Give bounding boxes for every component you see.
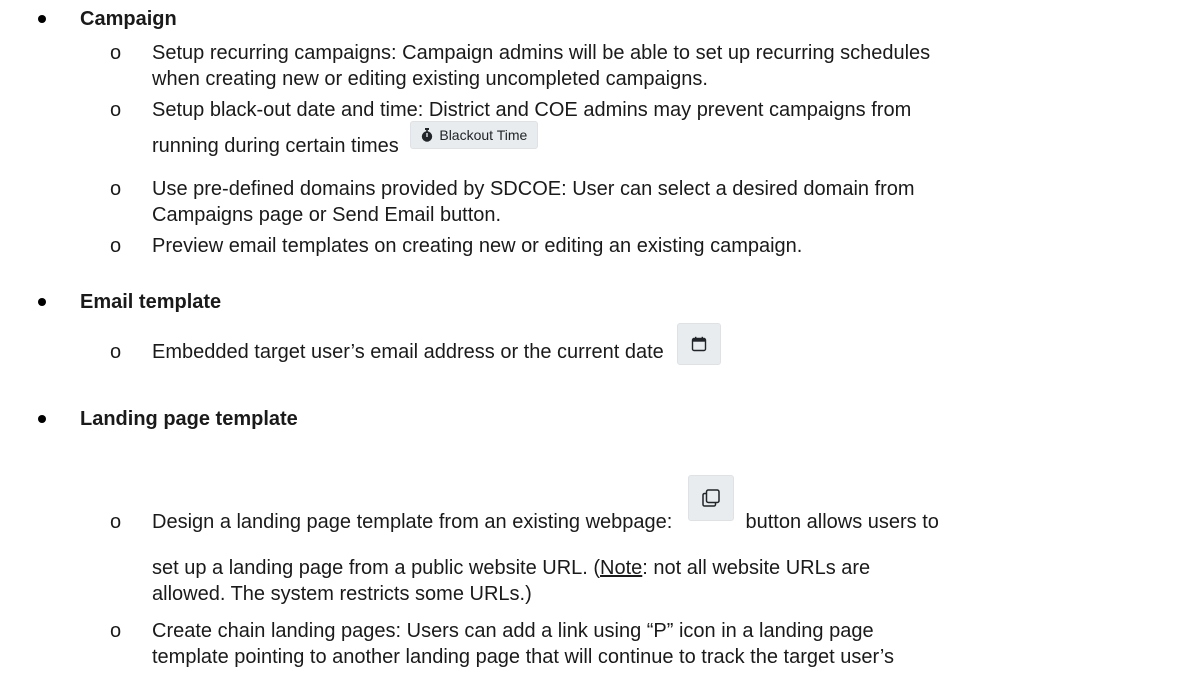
sub-bullet: o (110, 42, 122, 64)
stopwatch-icon (421, 128, 433, 142)
item-text: button allows users to (745, 511, 939, 533)
list-item: Embedded target user’s email address or … (152, 323, 1172, 381)
section-heading: Campaign (80, 8, 177, 30)
bullet-dot (38, 298, 46, 306)
bullet-dot (38, 415, 46, 423)
bullet-dot (38, 15, 46, 23)
button-label: Blackout Time (439, 127, 528, 143)
item-text: Use pre-defined domains provided by SDCO… (152, 178, 915, 200)
item-text-with-button: Embedded target user’s email address or … (152, 323, 1172, 381)
item-text: set up a landing page from a public webs… (152, 557, 601, 579)
item-text-with-note: set up a landing page from a public webs… (152, 555, 1172, 581)
item-text: allowed. The system restricts some URLs.… (152, 583, 532, 605)
section-heading: Email template (80, 291, 222, 313)
item-text: Campaigns page or Send Email button. (152, 204, 502, 226)
list-item: Preview email templates on creating new … (152, 233, 1172, 259)
item-text: template pointing to another landing pag… (152, 646, 894, 668)
document: Campaign o Setup recurring campaigns: Ca… (0, 0, 1200, 675)
blackout-time-button[interactable]: Blackout Time (410, 121, 539, 149)
sub-bullet: o (110, 99, 122, 121)
item-text-with-button: Design a landing page template from an e… (152, 475, 1172, 555)
calendar-icon (691, 336, 707, 352)
copy-webpage-button[interactable] (687, 475, 734, 521)
item-text: Setup recurring campaigns: Campaign admi… (152, 42, 931, 64)
item-text: : not all website URLs are (642, 557, 871, 579)
sub-bullet: o (110, 178, 122, 200)
item-text: running during certain times (152, 135, 399, 157)
list-item: Setup black-out date and time: District … (152, 97, 1172, 161)
sub-bullet: o (110, 235, 122, 257)
copy-icon (702, 489, 720, 507)
list-item: Create chain landing pages: Users can ad… (152, 618, 1172, 670)
sub-bullet: o (110, 620, 122, 642)
note-label: Note (600, 557, 643, 579)
section-heading: Landing page template (80, 408, 298, 430)
item-text: Design a landing page template from an e… (152, 511, 673, 533)
item-text: when creating new or editing existing un… (152, 68, 708, 90)
item-text: Setup black-out date and time: District … (152, 99, 912, 121)
item-text: Embedded target user’s email address or … (152, 341, 664, 363)
list-item: Design a landing page template from an e… (152, 475, 1172, 607)
item-text: Preview email templates on creating new … (152, 235, 803, 257)
item-text-with-button: running during certain times Blackout Ti… (152, 121, 1172, 161)
sub-bullet: o (110, 341, 122, 363)
sub-bullet: o (110, 511, 122, 533)
list-item: Setup recurring campaigns: Campaign admi… (152, 40, 1172, 92)
item-text: Create chain landing pages: Users can ad… (152, 620, 874, 642)
calendar-button[interactable] (677, 323, 722, 365)
list-item: Use pre-defined domains provided by SDCO… (152, 176, 1172, 228)
